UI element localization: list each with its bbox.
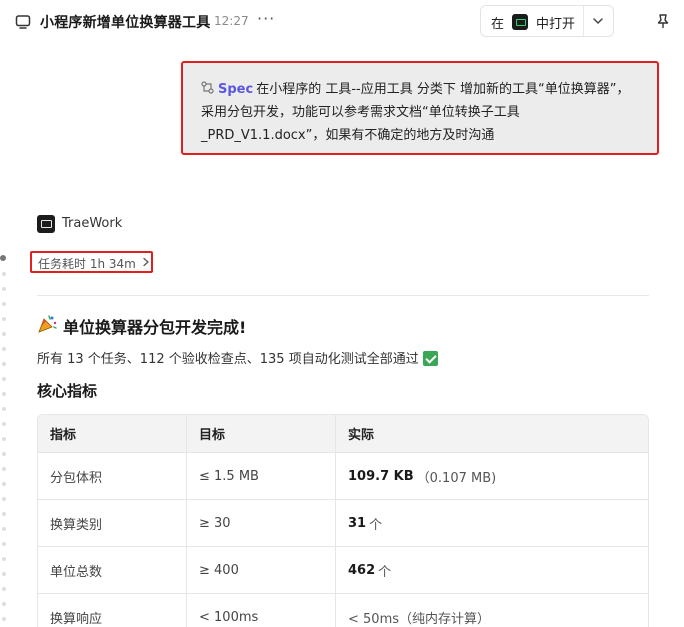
actual-note: （0.107 MB)	[416, 470, 497, 486]
completion-summary: 所有 13 个任务、112 个验收检查点、135 项自动化测试全部通过	[37, 348, 438, 367]
actual-value: 31	[348, 515, 367, 531]
timeline-dot	[2, 497, 6, 501]
table-header-metric: 指标	[38, 415, 187, 452]
task-duration-toggle[interactable]: 任务耗时 1h 34m	[30, 251, 153, 273]
actual-value: 109.7 KB	[348, 468, 414, 484]
timeline-dot	[2, 377, 6, 381]
target-cell: ≥ 400	[187, 547, 336, 593]
target-cell: ≥ 30	[187, 500, 336, 546]
metric-cell: 分包体积	[38, 453, 187, 499]
target-cell: < 100ms	[187, 594, 336, 627]
section-title-core-metrics: 核心指标	[37, 382, 98, 400]
actual-value: 462	[348, 562, 376, 578]
check-mark-icon	[422, 351, 438, 366]
timeline-dot	[2, 287, 6, 291]
chat-icon	[15, 15, 31, 29]
timeline-dot	[2, 482, 6, 486]
trae-app-icon	[512, 14, 528, 30]
timeline-dot	[2, 587, 6, 591]
user-message-body: 在小程序的 工具--应用工具 分类下 增加新的工具“单位换算器”，采用分包开发，…	[201, 82, 630, 143]
spec-icon	[201, 81, 214, 94]
table-header-target: 目标	[187, 415, 336, 452]
actual-note: 个	[378, 564, 392, 580]
completion-title: 单位换算器分包开发完成!	[63, 318, 247, 337]
chevron-down-icon[interactable]	[592, 15, 604, 27]
metrics-table: 指标 目标 实际 分包体积 ≤ 1.5 MB 109.7 KB （0.107 MB…	[37, 414, 649, 627]
open-in-button[interactable]: 在 中打开	[480, 5, 614, 37]
assistant-name: TraeWork	[62, 216, 123, 231]
timeline-dot	[2, 572, 6, 576]
task-duration-label: 任务耗时 1h 34m	[38, 257, 136, 271]
timeline-active-dot	[0, 255, 6, 261]
traework-avatar-icon	[37, 215, 55, 233]
timeline-dot	[2, 407, 6, 411]
actual-note: 个	[369, 517, 383, 533]
timeline-dot	[2, 302, 6, 306]
more-options-button[interactable]: ···	[257, 10, 275, 30]
timeline-dot	[2, 362, 6, 366]
timeline-dot	[2, 602, 6, 606]
pin-icon[interactable]	[655, 13, 671, 29]
timeline-dot	[2, 467, 6, 471]
timeline-dot	[2, 437, 6, 441]
timeline-dot	[2, 527, 6, 531]
open-in-divider	[583, 6, 584, 36]
open-in-suffix: 中打开	[536, 17, 576, 32]
timeline-dot	[2, 512, 6, 516]
table-row: 分包体积 ≤ 1.5 MB 109.7 KB （0.107 MB)	[38, 453, 648, 500]
table-row: 单位总数 ≥ 400 462 个	[38, 547, 648, 594]
chevron-right-icon	[143, 257, 149, 267]
open-in-prefix: 在	[491, 17, 505, 32]
target-cell: ≤ 1.5 MB	[187, 453, 336, 499]
timeline-dot	[2, 422, 6, 426]
actual-cell: 462 个	[336, 547, 648, 593]
metric-cell: 换算类别	[38, 500, 187, 546]
actual-cell: 31 个	[336, 500, 648, 546]
actual-cell: < 50ms（纯内存计算）	[336, 594, 648, 627]
chat-header: 小程序新增单位换算器工具 12:27 ··· 在 中打开	[0, 0, 684, 44]
metric-cell: 换算响应	[38, 594, 187, 627]
timeline-dot	[2, 617, 6, 621]
actual-note: < 50ms（纯内存计算）	[348, 612, 491, 627]
timeline-dot	[2, 332, 6, 336]
party-popper-icon	[38, 315, 57, 333]
table-row: 换算响应 < 100ms < 50ms（纯内存计算）	[38, 594, 648, 627]
metric-cell: 单位总数	[38, 547, 187, 593]
summary-text: 所有 13 个任务、112 个验收检查点、135 项自动化测试全部通过	[37, 352, 419, 367]
timeline-dot	[2, 272, 6, 276]
divider	[37, 295, 649, 296]
user-message-bubble: Spec 在小程序的 工具--应用工具 分类下 增加新的工具“单位换算器”，采用分…	[181, 61, 659, 155]
timeline-dot	[2, 347, 6, 351]
timeline-dot	[2, 452, 6, 456]
spec-label[interactable]: Spec	[218, 82, 253, 97]
table-header-row: 指标 目标 实际	[38, 415, 648, 453]
timeline-dot	[2, 557, 6, 561]
timeline-dot	[2, 392, 6, 396]
user-message-text: Spec 在小程序的 工具--应用工具 分类下 增加新的工具“单位换算器”，采用分…	[201, 78, 641, 147]
table-header-actual: 实际	[348, 428, 375, 443]
actual-cell: 109.7 KB （0.107 MB)	[336, 453, 648, 499]
table-row: 换算类别 ≥ 30 31 个	[38, 500, 648, 547]
page-title: 小程序新增单位换算器工具	[40, 15, 211, 31]
message-timestamp: 12:27	[214, 14, 249, 28]
timeline-dot	[2, 317, 6, 321]
timeline-dot	[2, 542, 6, 546]
